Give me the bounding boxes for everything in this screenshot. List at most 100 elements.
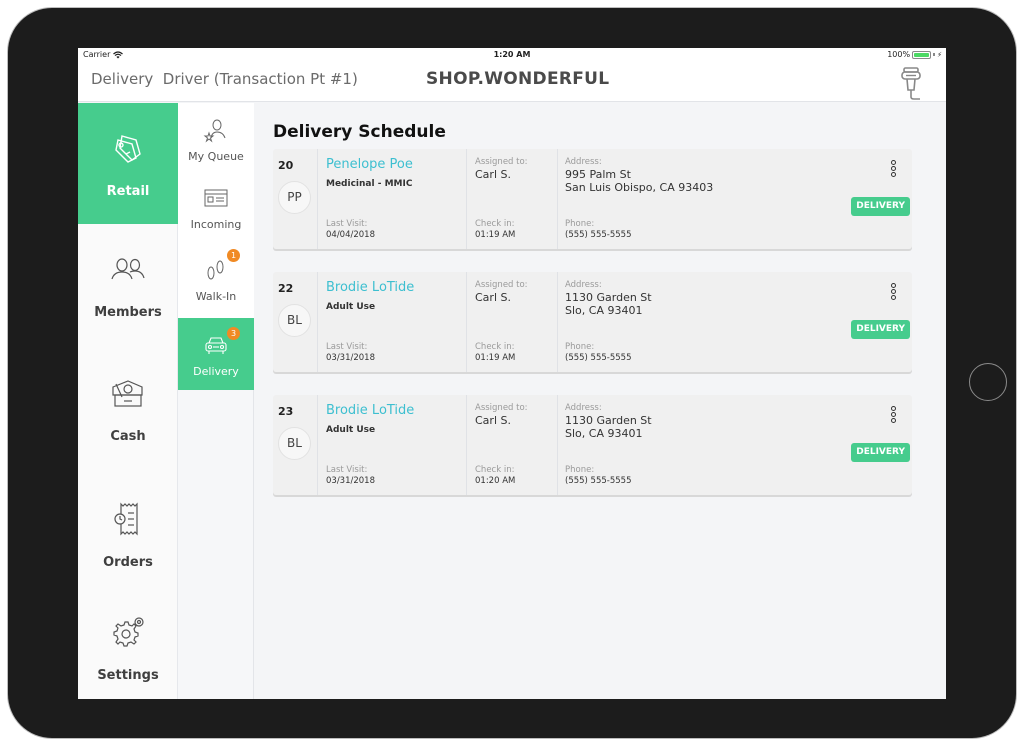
brand-logo: SHOP.WONDERFUL (426, 69, 610, 89)
assigned-driver: Carl S. (475, 414, 511, 427)
address-line-2: San Luis Obispo, CA 93403 (565, 181, 714, 194)
assignment-column: Assigned to: Carl S. Check in: 01:19 AM (467, 272, 558, 372)
battery-icon (912, 50, 932, 59)
ticket-column: 20 PP (273, 149, 318, 249)
ticket-column: 23 BL (273, 395, 318, 495)
phone-label: Phone: (565, 219, 595, 229)
status-bar: Carrier 1:20 AM 100% ⚡ (78, 48, 946, 62)
assignment-column: Assigned to: Carl S. Check in: 01:20 AM (467, 395, 558, 495)
last-visit-label: Last Visit: (326, 219, 368, 229)
phone-label: Phone: (565, 465, 595, 475)
customer-name-link[interactable]: Brodie LoTide (326, 403, 414, 418)
register-role-title: Delivery Driver (Transaction Pt #1) (91, 70, 358, 88)
subnav-item-walk-in[interactable]: 1 Walk-In (178, 240, 254, 318)
delivery-count-badge: 3 (227, 327, 240, 340)
browser-window-icon (204, 189, 228, 207)
delivery-card[interactable]: 22 BL Brodie LoTide Adult Use Last Visit… (273, 272, 912, 372)
more-options-icon[interactable] (889, 283, 897, 303)
subnav-item-delivery[interactable]: 3 Delivery (178, 318, 254, 390)
nav-item-cash[interactable]: Cash (78, 345, 178, 472)
assigned-label: Assigned to: (475, 157, 528, 167)
nav-label: Retail (106, 184, 150, 199)
subnav-item-my-queue[interactable]: My Queue (178, 103, 254, 175)
assigned-driver: Carl S. (475, 168, 511, 181)
last-visit-value: 03/31/2018 (326, 476, 375, 486)
assigned-label: Assigned to: (475, 280, 528, 290)
assigned-driver: Carl S. (475, 291, 511, 304)
customer-column: Penelope Poe Medicinal - MMIC Last Visit… (318, 149, 467, 249)
assignment-column: Assigned to: Carl S. Check in: 01:19 AM (467, 149, 558, 249)
last-visit-value: 04/04/2018 (326, 230, 375, 240)
ticket-column: 22 BL (273, 272, 318, 372)
customer-avatar: BL (278, 304, 311, 337)
last-visit-value: 03/31/2018 (326, 353, 375, 363)
charging-bolt-icon: ⚡ (937, 50, 942, 59)
nav-label: Cash (110, 429, 146, 444)
assigned-label: Assigned to: (475, 403, 528, 413)
checkin-time: 01:19 AM (475, 353, 516, 363)
subnav-item-incoming[interactable]: Incoming (178, 175, 254, 240)
customer-column: Brodie LoTide Adult Use Last Visit: 03/3… (318, 272, 467, 372)
secondary-sidebar: My Queue Incoming 1 Walk-In 3 Delivery (178, 103, 254, 699)
walk-in-count-badge: 1 (227, 249, 240, 262)
phone-value: (555) 555-5555 (565, 476, 632, 486)
delivery-schedule-panel: Delivery Schedule 20 PP Penelope Poe Med… (254, 103, 946, 699)
phone-value: (555) 555-5555 (565, 230, 632, 240)
checkin-time: 01:19 AM (475, 230, 516, 240)
receipt-clock-icon (114, 502, 138, 535)
ticket-number: 20 (278, 159, 294, 172)
customer-avatar: PP (278, 181, 311, 214)
customer-type: Adult Use (326, 302, 376, 312)
customer-column: Brodie LoTide Adult Use Last Visit: 03/3… (318, 395, 467, 495)
nav-item-orders[interactable]: Orders (78, 472, 178, 596)
primary-sidebar: Retail Members Cash Orders Settings (78, 103, 178, 699)
barcode-scanner-icon[interactable] (896, 66, 926, 100)
clock: 1:20 AM (493, 50, 531, 59)
address-line-2: Slo, CA 93401 (565, 427, 643, 440)
address-label: Address: (565, 157, 602, 167)
nav-item-settings[interactable]: Settings (78, 596, 178, 699)
nav-item-retail[interactable]: Retail (78, 103, 178, 224)
customer-name-link[interactable]: Brodie LoTide (326, 280, 414, 295)
checkin-label: Check in: (475, 219, 515, 229)
nav-label: Settings (97, 668, 159, 683)
nav-item-members[interactable]: Members (78, 224, 178, 345)
last-visit-label: Last Visit: (326, 342, 368, 352)
nav-label: Members (94, 305, 162, 320)
app-screen: Carrier 1:20 AM 100% ⚡ Delivery Driver (… (78, 48, 946, 699)
subnav-label: Walk-In (195, 289, 237, 303)
subnav-label: Incoming (190, 218, 242, 231)
ticket-number: 22 (278, 282, 294, 295)
customer-type: Adult Use (326, 425, 376, 435)
delivery-button[interactable]: DELIVERY (851, 320, 910, 339)
home-button[interactable] (969, 363, 1007, 401)
address-column: Address: 1130 Garden St Slo, CA 93401 Ph… (558, 395, 912, 495)
page-title: Delivery Schedule (273, 122, 446, 142)
delivery-button[interactable]: DELIVERY (851, 443, 910, 462)
subnav-label: My Queue (188, 149, 244, 163)
checkin-label: Check in: (475, 465, 515, 475)
last-visit-label: Last Visit: (326, 465, 368, 475)
nav-label: Orders (103, 554, 153, 570)
phone-label: Phone: (565, 342, 595, 352)
delivery-card[interactable]: 23 BL Brodie LoTide Adult Use Last Visit… (273, 395, 912, 495)
customer-name-link[interactable]: Penelope Poe (326, 157, 413, 172)
phone-value: (555) 555-5555 (565, 353, 632, 363)
gears-icon (113, 617, 144, 647)
footprints-icon (207, 260, 224, 279)
cash-drawer-icon (112, 380, 143, 407)
app-header: Delivery Driver (Transaction Pt #1) SHOP… (78, 62, 946, 102)
address-line-1: 1130 Garden St (565, 414, 652, 427)
more-options-icon[interactable] (889, 160, 897, 180)
checkin-label: Check in: (475, 342, 515, 352)
more-options-icon[interactable] (889, 406, 897, 426)
subnav-label: Delivery (193, 364, 239, 378)
address-line-2: Slo, CA 93401 (565, 304, 643, 317)
user-star-icon (203, 119, 226, 142)
delivery-card[interactable]: 20 PP Penelope Poe Medicinal - MMIC Last… (273, 149, 912, 249)
members-icon (111, 258, 145, 280)
address-label: Address: (565, 403, 602, 413)
battery-percent: 100% (887, 50, 911, 59)
delivery-button[interactable]: DELIVERY (851, 197, 910, 216)
address-line-1: 995 Palm St (565, 168, 631, 181)
